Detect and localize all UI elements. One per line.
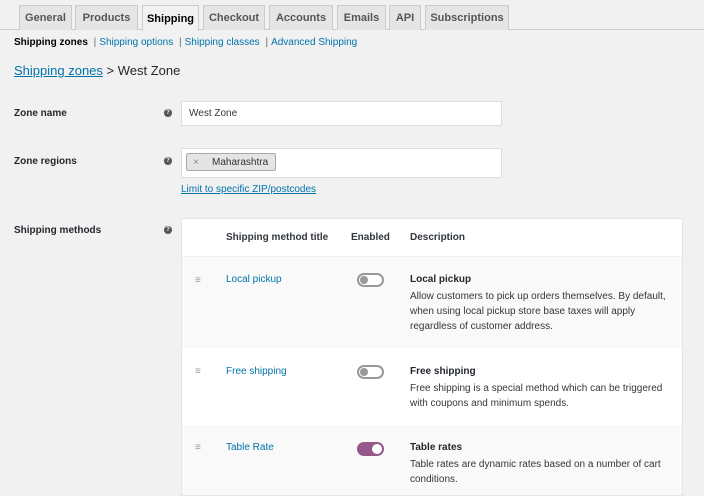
method-title-link[interactable]: Local pickup	[226, 274, 282, 285]
shipping-methods-table: Shipping method title Enabled Descriptio…	[181, 218, 683, 496]
table-row: ≡ Local pickup Local pickup Allow custom…	[182, 257, 682, 348]
method-description: Free shipping is a special method which …	[410, 383, 663, 409]
region-chip: × Maharashtra	[186, 153, 276, 171]
drag-handle-icon[interactable]: ≡	[195, 275, 205, 286]
column-header-enabled: Enabled	[351, 232, 390, 243]
help-icon[interactable]: ?	[164, 109, 172, 117]
help-icon[interactable]: ?	[164, 226, 172, 234]
table-header: Shipping method title Enabled Descriptio…	[182, 219, 682, 257]
shipping-subnav: Shipping zones | Shipping options | Shippi…	[14, 37, 357, 48]
zone-regions-select[interactable]: × Maharashtra	[181, 148, 502, 178]
subnav-shipping-classes[interactable]: Shipping classes	[185, 37, 260, 48]
region-chip-label: Maharashtra	[212, 156, 269, 168]
method-description-title: Local pickup	[410, 274, 472, 285]
tab-subscriptions[interactable]: Subscriptions	[425, 5, 509, 30]
remove-chip-icon[interactable]: ×	[187, 157, 205, 168]
subnav-separator: |	[265, 37, 269, 48]
column-header-title: Shipping method title	[226, 232, 329, 243]
subnav-shipping-options[interactable]: Shipping options	[99, 37, 173, 48]
column-header-description: Description	[410, 232, 466, 243]
subnav-separator: |	[93, 37, 97, 48]
method-title-link[interactable]: Table Rate	[226, 442, 274, 453]
zone-name-input[interactable]: West Zone	[181, 101, 502, 126]
zone-name-label: Zone name	[14, 108, 67, 119]
subnav-shipping-zones[interactable]: Shipping zones	[14, 37, 88, 48]
drag-handle-icon[interactable]: ≡	[195, 366, 205, 377]
drag-handle-icon[interactable]: ≡	[195, 442, 205, 453]
tab-emails[interactable]: Emails	[337, 5, 386, 30]
tab-products[interactable]: Products	[75, 5, 138, 30]
subnav-advanced-shipping[interactable]: Advanced Shipping	[271, 37, 357, 48]
enabled-toggle[interactable]	[357, 442, 384, 456]
zone-regions-label: Zone regions	[14, 156, 77, 167]
method-description-title: Free shipping	[410, 366, 476, 377]
table-row: ≡ Free shipping Free shipping Free shipp…	[182, 348, 682, 425]
method-description: Allow customers to pick up orders themse…	[410, 291, 666, 332]
help-icon[interactable]: ?	[164, 157, 172, 165]
table-row: ≡ Table Rate Table rates Table rates are…	[182, 425, 682, 495]
method-description-title: Table rates	[410, 442, 463, 453]
tab-shipping[interactable]: Shipping	[142, 5, 199, 31]
tab-checkout[interactable]: Checkout	[203, 5, 265, 30]
zone-name-value: West Zone	[189, 108, 238, 119]
shipping-methods-label: Shipping methods	[14, 225, 102, 236]
breadcrumb-shipping-zones-link[interactable]: Shipping zones	[14, 63, 103, 78]
method-description: Table rates are dynamic rates based on a…	[410, 459, 661, 485]
tab-accounts[interactable]: Accounts	[269, 5, 333, 30]
breadcrumb-current: > West Zone	[106, 63, 181, 78]
settings-tabs: General Products Shipping Checkout Accou…	[0, 0, 704, 31]
enabled-toggle[interactable]	[357, 273, 384, 287]
tab-api[interactable]: API	[389, 5, 421, 30]
limit-postcodes-link[interactable]: Limit to specific ZIP/postcodes	[181, 184, 316, 195]
enabled-toggle[interactable]	[357, 365, 384, 379]
subnav-separator: |	[179, 37, 182, 48]
method-title-link[interactable]: Free shipping	[226, 366, 287, 377]
tab-general[interactable]: General	[19, 5, 72, 30]
page-title: Shipping zones > West Zone	[14, 63, 180, 78]
